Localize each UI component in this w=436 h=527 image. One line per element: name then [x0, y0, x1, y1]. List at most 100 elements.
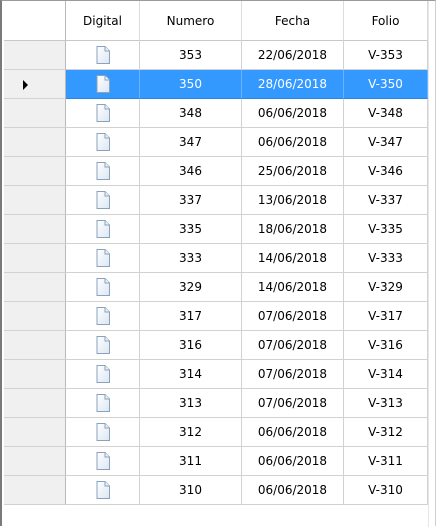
folio-cell[interactable]: V-310 [344, 476, 428, 505]
table-row[interactable]: 350 28/06/2018 V-350 [4, 70, 428, 99]
digital-cell[interactable] [66, 99, 140, 128]
digital-cell[interactable] [66, 244, 140, 273]
row-header-cell[interactable] [4, 302, 66, 331]
table-row[interactable]: 335 18/06/2018 V-335 [4, 215, 428, 244]
row-header-cell[interactable] [4, 447, 66, 476]
document-icon[interactable] [96, 46, 110, 64]
row-header-cell[interactable] [4, 99, 66, 128]
numero-cell[interactable]: 337 [140, 186, 242, 215]
digital-cell[interactable] [66, 360, 140, 389]
digital-cell[interactable] [66, 186, 140, 215]
document-icon[interactable] [96, 220, 110, 238]
document-icon[interactable] [96, 307, 110, 325]
fecha-cell[interactable]: 07/06/2018 [242, 302, 344, 331]
folio-cell[interactable]: V-329 [344, 273, 428, 302]
folio-cell[interactable]: V-311 [344, 447, 428, 476]
fecha-cell[interactable]: 28/06/2018 [242, 70, 344, 99]
table-row[interactable]: 311 06/06/2018 V-311 [4, 447, 428, 476]
folio-cell[interactable]: V-312 [344, 418, 428, 447]
document-icon[interactable] [96, 423, 110, 441]
folio-cell[interactable]: V-346 [344, 157, 428, 186]
document-icon[interactable] [96, 394, 110, 412]
folio-cell[interactable]: V-350 [344, 70, 428, 99]
fecha-cell[interactable]: 06/06/2018 [242, 128, 344, 157]
document-icon[interactable] [96, 75, 110, 93]
fecha-cell[interactable]: 06/06/2018 [242, 418, 344, 447]
fecha-cell[interactable]: 07/06/2018 [242, 389, 344, 418]
row-header-cell[interactable] [4, 476, 66, 505]
folio-cell[interactable]: V-316 [344, 331, 428, 360]
fecha-cell[interactable]: 25/06/2018 [242, 157, 344, 186]
fecha-cell[interactable]: 13/06/2018 [242, 186, 344, 215]
table-row[interactable]: 348 06/06/2018 V-348 [4, 99, 428, 128]
digital-cell[interactable] [66, 128, 140, 157]
fecha-cell[interactable]: 22/06/2018 [242, 41, 344, 70]
numero-cell[interactable]: 347 [140, 128, 242, 157]
digital-cell[interactable] [66, 302, 140, 331]
fecha-cell[interactable]: 07/06/2018 [242, 331, 344, 360]
document-icon[interactable] [96, 481, 110, 499]
digital-cell[interactable] [66, 447, 140, 476]
table-row[interactable]: 353 22/06/2018 V-353 [4, 41, 428, 70]
document-icon[interactable] [96, 133, 110, 151]
numero-cell[interactable]: 335 [140, 215, 242, 244]
row-header-cell[interactable] [4, 41, 66, 70]
document-icon[interactable] [96, 452, 110, 470]
folio-cell[interactable]: V-353 [344, 41, 428, 70]
folio-cell[interactable]: V-313 [344, 389, 428, 418]
fecha-cell[interactable]: 14/06/2018 [242, 244, 344, 273]
row-header-cell[interactable] [4, 418, 66, 447]
fecha-cell[interactable]: 07/06/2018 [242, 360, 344, 389]
row-header-cell[interactable] [4, 128, 66, 157]
table-row[interactable]: 317 07/06/2018 V-317 [4, 302, 428, 331]
folio-cell[interactable]: V-314 [344, 360, 428, 389]
table-row[interactable]: 347 06/06/2018 V-347 [4, 128, 428, 157]
row-header-cell[interactable] [4, 331, 66, 360]
digital-cell[interactable] [66, 389, 140, 418]
document-icon[interactable] [96, 249, 110, 267]
digital-cell[interactable] [66, 273, 140, 302]
corner-header-cell[interactable] [4, 1, 66, 41]
digital-cell[interactable] [66, 418, 140, 447]
table-row[interactable]: 337 13/06/2018 V-337 [4, 186, 428, 215]
fecha-cell[interactable]: 06/06/2018 [242, 476, 344, 505]
fecha-cell[interactable]: 06/06/2018 [242, 447, 344, 476]
numero-cell[interactable]: 353 [140, 41, 242, 70]
column-header-folio[interactable]: Folio [344, 1, 428, 41]
document-icon[interactable] [96, 162, 110, 180]
digital-cell[interactable] [66, 41, 140, 70]
table-row[interactable]: 333 14/06/2018 V-333 [4, 244, 428, 273]
row-header-cell[interactable] [4, 273, 66, 302]
numero-cell[interactable]: 316 [140, 331, 242, 360]
table-row[interactable]: 316 07/06/2018 V-316 [4, 331, 428, 360]
row-header-cell[interactable] [4, 360, 66, 389]
column-header-fecha[interactable]: Fecha [242, 1, 344, 41]
folio-cell[interactable]: V-337 [344, 186, 428, 215]
data-grid[interactable]: Digital Numero Fecha Folio 353 22/06/2018… [0, 0, 436, 527]
numero-cell[interactable]: 313 [140, 389, 242, 418]
folio-cell[interactable]: V-335 [344, 215, 428, 244]
numero-cell[interactable]: 310 [140, 476, 242, 505]
document-icon[interactable] [96, 191, 110, 209]
fecha-cell[interactable]: 18/06/2018 [242, 215, 344, 244]
table-row[interactable]: 313 07/06/2018 V-313 [4, 389, 428, 418]
document-icon[interactable] [96, 365, 110, 383]
row-header-cell[interactable] [4, 186, 66, 215]
document-icon[interactable] [96, 336, 110, 354]
row-header-cell[interactable] [4, 70, 66, 99]
table-row[interactable]: 346 25/06/2018 V-346 [4, 157, 428, 186]
digital-cell[interactable] [66, 215, 140, 244]
digital-cell[interactable] [66, 70, 140, 99]
folio-cell[interactable]: V-348 [344, 99, 428, 128]
folio-cell[interactable]: V-333 [344, 244, 428, 273]
table-row[interactable]: 312 06/06/2018 V-312 [4, 418, 428, 447]
column-header-digital[interactable]: Digital [66, 1, 140, 41]
document-icon[interactable] [96, 104, 110, 122]
table-row[interactable]: 329 14/06/2018 V-329 [4, 273, 428, 302]
document-icon[interactable] [96, 278, 110, 296]
row-header-cell[interactable] [4, 215, 66, 244]
digital-cell[interactable] [66, 476, 140, 505]
folio-cell[interactable]: V-347 [344, 128, 428, 157]
fecha-cell[interactable]: 14/06/2018 [242, 273, 344, 302]
folio-cell[interactable]: V-317 [344, 302, 428, 331]
